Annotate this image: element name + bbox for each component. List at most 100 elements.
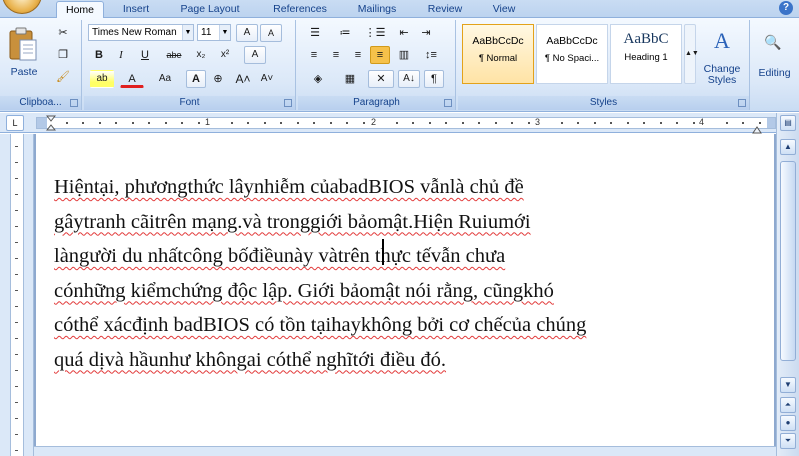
editing-group: 🔍 Editing xyxy=(750,20,799,110)
document-page[interactable]: Hiệntại, phươngthức lâynhiễm củabadBIOS … xyxy=(36,134,774,456)
ruler-tick xyxy=(280,122,282,124)
vertical-ruler-tick xyxy=(15,354,18,355)
enclose-characters-icon[interactable]: ⊕ xyxy=(208,70,228,88)
highlight-button[interactable]: ab xyxy=(90,70,114,88)
document-body[interactable]: Hiệntại, phươngthức lâynhiễm củabadBIOS … xyxy=(54,170,754,377)
ruler-number: 4 xyxy=(699,117,705,127)
next-page-icon[interactable]: ⏷ xyxy=(780,433,796,449)
indent-marker-icon[interactable] xyxy=(45,115,57,131)
multilevel-list-icon[interactable]: ⋮☰ xyxy=(362,24,388,42)
scroll-up-icon[interactable]: ▲ xyxy=(780,139,796,155)
subscript-button[interactable]: x₂ xyxy=(190,46,212,64)
tab-page-layout[interactable]: Page Layout xyxy=(172,1,248,18)
word-window: Home Insert Page Layout References Maili… xyxy=(0,0,799,456)
vertical-scrollbar[interactable]: ▤ ▲ ▼ ⏶ ● ⏷ xyxy=(776,113,799,456)
ruler-tick xyxy=(197,122,200,124)
vertical-ruler-tick xyxy=(15,242,18,243)
styles-launcher-icon[interactable] xyxy=(738,99,746,107)
change-styles-button[interactable]: Change Styles xyxy=(696,64,748,86)
tab-selector-icon[interactable]: L xyxy=(6,115,24,131)
format-painter-icon[interactable]: 🖌 xyxy=(52,68,74,86)
tab-references[interactable]: References xyxy=(262,1,338,18)
select-browse-object-icon[interactable]: ● xyxy=(780,415,796,431)
numbering-icon[interactable]: ≔ xyxy=(332,24,358,42)
align-right-icon[interactable]: ≡ xyxy=(348,46,368,64)
styles-scroll-icon[interactable]: ▲▼ xyxy=(684,24,699,84)
horizontal-scrollbar[interactable] xyxy=(34,446,776,456)
vertical-ruler-tick xyxy=(15,290,18,291)
shrink-font-icon[interactable]: A˅ xyxy=(256,70,278,88)
tab-mailings[interactable]: Mailings xyxy=(346,1,408,18)
decrease-indent-icon[interactable]: ⇤ xyxy=(394,24,414,42)
ruler-tick xyxy=(676,122,678,124)
paste-button[interactable] xyxy=(8,26,38,64)
office-button[interactable] xyxy=(2,0,42,14)
bullets-icon[interactable]: ☰ xyxy=(302,24,328,42)
right-indent-marker-icon[interactable] xyxy=(752,121,762,134)
chevron-down-icon: ▼ xyxy=(219,25,230,40)
ruler-tick xyxy=(445,122,447,124)
tab-home[interactable]: Home xyxy=(56,1,104,19)
superscript-button[interactable]: x² xyxy=(214,46,236,64)
tab-review[interactable]: Review xyxy=(420,1,470,18)
underline-button[interactable]: U xyxy=(134,46,156,64)
borders-icon[interactable]: ▦ xyxy=(336,70,364,88)
vertical-ruler-tick xyxy=(15,322,18,323)
grow-font-button[interactable]: A xyxy=(236,24,258,42)
character-shading-icon[interactable]: A xyxy=(186,70,206,88)
style-no-spacing[interactable]: AaBbCcDc ¶ No Spaci... xyxy=(536,24,608,84)
previous-page-icon[interactable]: ⏶ xyxy=(780,397,796,413)
line-spacing-icon[interactable]: ↕≡ xyxy=(418,46,444,64)
columns-icon[interactable]: ▥ xyxy=(394,46,414,64)
grow-font-icon[interactable]: A˄ xyxy=(232,70,254,88)
font-name-combo[interactable]: Times New Roman ▼ xyxy=(88,24,194,41)
paragraph-launcher-icon[interactable] xyxy=(444,99,452,107)
font-size-combo[interactable]: 11 ▼ xyxy=(197,24,231,41)
help-icon[interactable]: ? xyxy=(779,1,793,15)
style-normal[interactable]: AaBbCcDc ¶ Normal xyxy=(462,24,534,84)
clipboard-group-label: Clipboa... xyxy=(0,96,81,110)
text-line: Hiệntại, phươngthức lâynhiễm củabadBIOS … xyxy=(54,176,524,198)
bold-button[interactable]: B xyxy=(90,46,108,64)
style-heading-1[interactable]: AaBbC Heading 1 xyxy=(610,24,682,84)
tab-view[interactable]: View xyxy=(484,1,524,18)
copy-icon[interactable]: ❐ xyxy=(52,46,74,64)
clipboard-launcher-icon[interactable] xyxy=(70,99,78,107)
editing-button[interactable]: Editing xyxy=(750,68,799,79)
strikethrough-button[interactable]: abe xyxy=(160,46,188,64)
grow-font-label: A xyxy=(243,27,251,38)
style-name: Heading 1 xyxy=(624,52,668,63)
shading-icon[interactable]: ◈ xyxy=(304,70,332,88)
scrollbar-thumb[interactable] xyxy=(780,161,796,361)
change-case-button[interactable]: Aa xyxy=(150,70,180,88)
clear-formatting-button[interactable]: A xyxy=(244,46,266,64)
ruler-tick xyxy=(643,122,645,124)
font-launcher-icon[interactable] xyxy=(284,99,292,107)
show-formatting-icon[interactable]: ¶ xyxy=(424,70,444,88)
horizontal-ruler[interactable]: L 1 2 3 4 xyxy=(0,113,799,134)
ruler-number: 3 xyxy=(535,117,541,127)
text-line: cóthể xácđịnh badBIOS có tồn tạihaykhông… xyxy=(54,314,587,336)
align-center-icon[interactable]: ≡ xyxy=(326,46,346,64)
clear-formatting-label: A xyxy=(251,49,259,60)
paste-label[interactable]: Paste xyxy=(4,66,44,78)
vertical-ruler-tick xyxy=(15,386,18,387)
ruler-toggle-icon[interactable]: ▤ xyxy=(780,115,796,131)
cut-icon[interactable]: ✂ xyxy=(52,24,74,42)
align-left-icon[interactable]: ≡ xyxy=(304,46,324,64)
italic-button[interactable]: I xyxy=(112,46,130,64)
tab-insert[interactable]: Insert xyxy=(112,1,160,18)
justify-icon[interactable]: ≡ xyxy=(370,46,390,64)
change-styles-icon[interactable]: A xyxy=(700,24,744,58)
asian-layout-icon[interactable]: ✕ xyxy=(368,70,394,88)
font-color-button[interactable]: A xyxy=(120,70,144,88)
increase-indent-icon[interactable]: ⇥ xyxy=(416,24,436,42)
shrink-font-button[interactable]: A xyxy=(260,24,282,42)
chevron-down-icon: ▼ xyxy=(182,25,193,40)
vertical-ruler-tick xyxy=(15,226,18,227)
vertical-ruler-tick xyxy=(15,418,18,419)
sort-icon[interactable]: A↓ xyxy=(398,70,420,88)
scroll-down-icon[interactable]: ▼ xyxy=(780,377,796,393)
styles-group-label: Styles xyxy=(458,96,749,110)
binoculars-icon[interactable]: 🔍 xyxy=(758,30,788,54)
